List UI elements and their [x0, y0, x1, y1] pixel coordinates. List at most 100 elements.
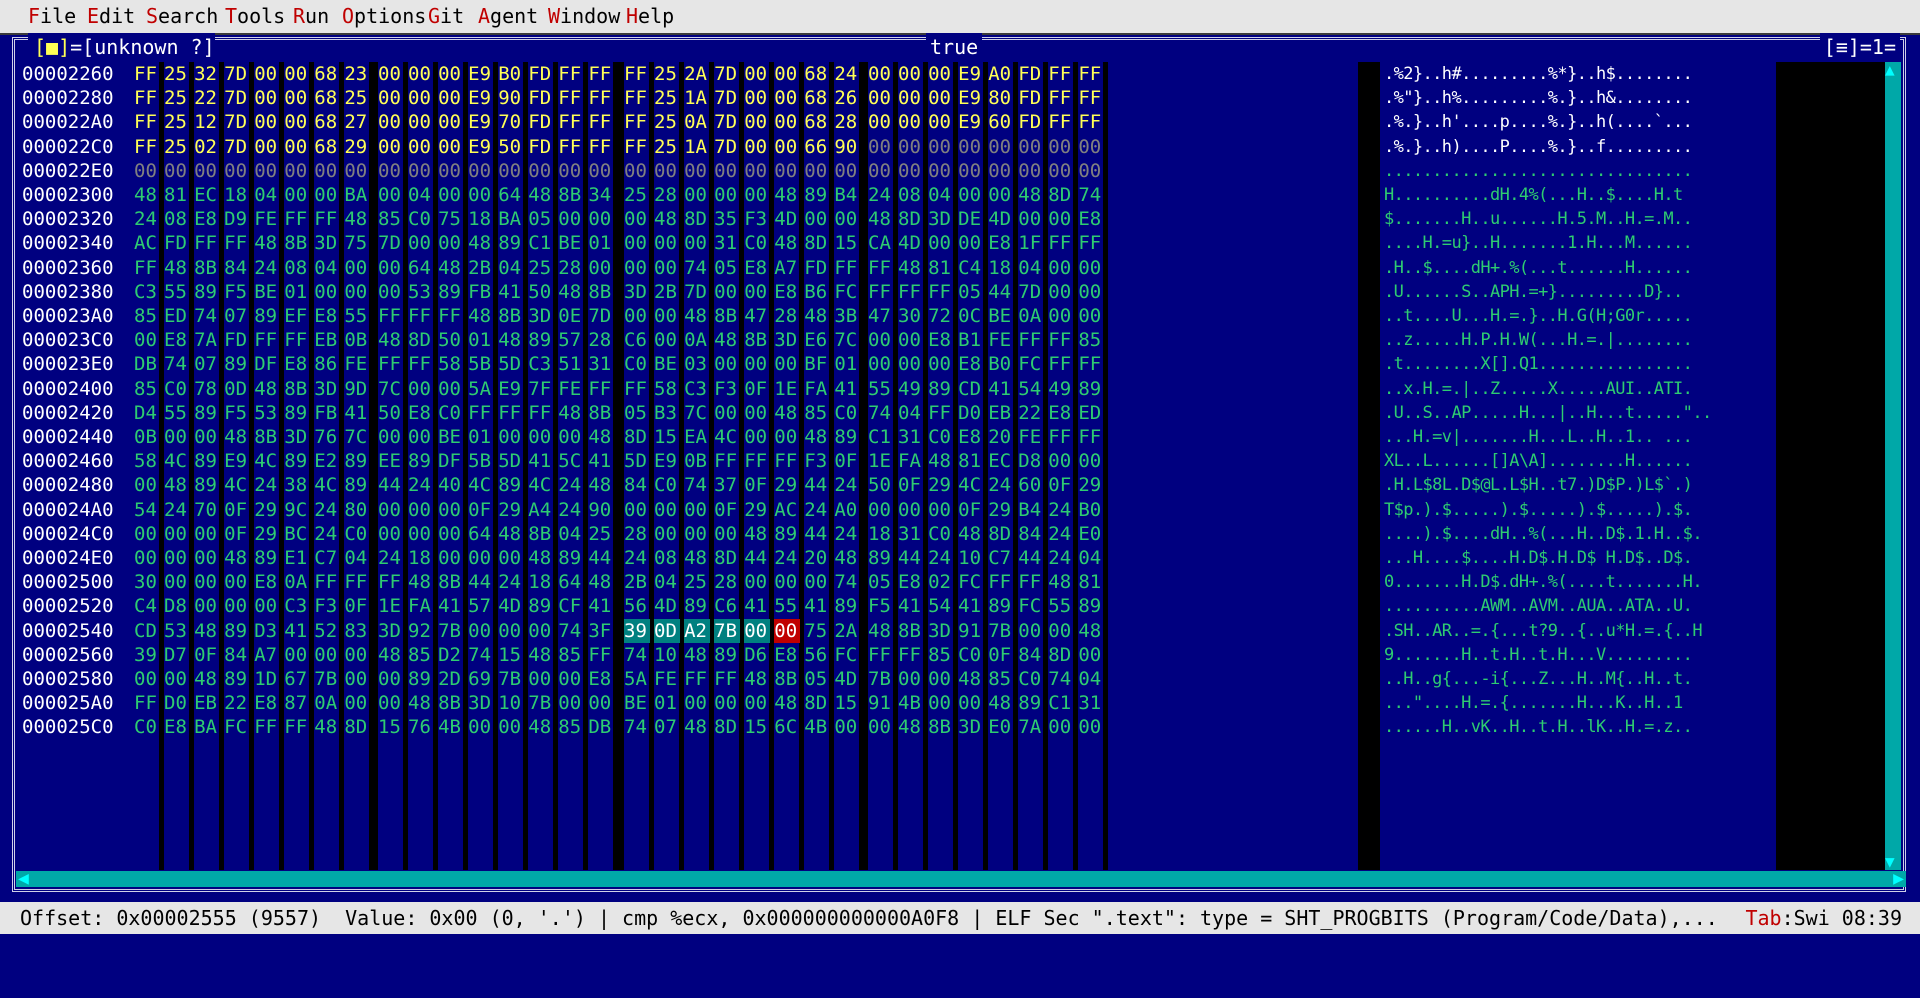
hex-byte[interactable]: 85 [804, 401, 830, 425]
hex-byte[interactable]: C6 [624, 328, 650, 352]
hex-byte[interactable]: 00 [284, 62, 310, 86]
hex-byte[interactable]: B6 [804, 280, 830, 304]
hex-byte[interactable]: 00 [254, 110, 280, 134]
hex-byte[interactable]: 89 [254, 304, 280, 328]
hex-byte[interactable]: 24 [378, 546, 404, 570]
hex-byte[interactable]: 22 [1018, 401, 1044, 425]
hex-byte[interactable]: 00 [254, 159, 280, 183]
hex-byte[interactable]: 0D [224, 377, 250, 401]
hex-byte[interactable]: 00 [194, 546, 220, 570]
hex-byte[interactable]: ED [164, 304, 190, 328]
hex-byte[interactable]: 00 [194, 522, 220, 546]
hex-byte[interactable]: C1 [868, 425, 894, 449]
hex-byte[interactable]: 41 [834, 377, 860, 401]
hex-byte[interactable]: C4 [134, 594, 160, 618]
hex-byte[interactable]: DB [588, 715, 614, 739]
hex-byte[interactable]: 53 [408, 280, 434, 304]
hex-byte[interactable]: 00 [774, 352, 800, 376]
hex-byte[interactable]: FF [588, 377, 614, 401]
hex-byte[interactable]: 00 [624, 207, 650, 231]
hex-byte[interactable]: 25 [528, 256, 554, 280]
hex-byte[interactable]: DB [134, 352, 160, 376]
hex-byte[interactable]: 48 [588, 425, 614, 449]
hex-byte[interactable]: 00 [1078, 449, 1104, 473]
hex-byte[interactable]: 7D [378, 231, 404, 255]
hex-byte[interactable]: 67 [284, 667, 310, 691]
hex-byte[interactable]: 7B [528, 691, 554, 715]
hex-byte[interactable]: 00 [468, 619, 494, 643]
hex-byte[interactable]: 84 [224, 256, 250, 280]
hex-byte[interactable]: 7D [224, 62, 250, 86]
hex-byte[interactable]: 85 [558, 715, 584, 739]
hex-byte[interactable]: 18 [468, 207, 494, 231]
hex-byte[interactable]: 32 [194, 62, 220, 86]
hex-byte[interactable]: 89 [684, 594, 710, 618]
hex-byte[interactable]: 8B [438, 691, 464, 715]
hex-byte[interactable]: 5B [468, 449, 494, 473]
hex-byte[interactable]: 55 [164, 280, 190, 304]
hex-byte[interactable]: C0 [134, 715, 160, 739]
hex-byte[interactable]: 00 [654, 498, 680, 522]
hex-byte[interactable]: 00 [624, 256, 650, 280]
hex-byte[interactable]: 05 [528, 207, 554, 231]
hex-byte[interactable]: 84 [1018, 522, 1044, 546]
hex-byte[interactable]: 5D [498, 352, 524, 376]
hex-byte[interactable]: 48 [194, 667, 220, 691]
hex-byte[interactable]: CD [134, 619, 160, 643]
ascii-text[interactable]: $.......H..u......H.5.M..H.=.M.. [1384, 207, 1693, 231]
hex-byte[interactable]: 00 [774, 86, 800, 110]
hex-byte[interactable]: FF [1078, 352, 1104, 376]
hex-byte[interactable]: 24 [498, 570, 524, 594]
hex-byte[interactable]: E0 [988, 715, 1014, 739]
hex-byte[interactable]: 00 [314, 643, 340, 667]
hex-byte[interactable]: C0 [744, 231, 770, 255]
hex-byte[interactable]: E9 [958, 86, 984, 110]
hex-byte[interactable]: 3D [774, 328, 800, 352]
hex-byte[interactable]: C7 [988, 546, 1014, 570]
hex-byte[interactable]: E2 [314, 449, 340, 473]
menu-item-tools[interactable]: Tools [225, 2, 285, 31]
menu-item-search[interactable]: Search [146, 2, 218, 31]
hex-byte[interactable]: 00 [684, 522, 710, 546]
hex-byte[interactable]: 00 [958, 183, 984, 207]
hex-byte[interactable]: 24 [928, 546, 954, 570]
hex-byte[interactable]: 01 [468, 328, 494, 352]
hex-byte[interactable]: E8 [254, 570, 280, 594]
hex-byte[interactable]: 8D [714, 546, 740, 570]
hex-byte[interactable]: FF [1048, 425, 1074, 449]
hex-byte[interactable]: 4D [774, 207, 800, 231]
hex-byte[interactable]: 00 [1048, 207, 1074, 231]
hex-byte[interactable]: E8 [164, 715, 190, 739]
hex-byte[interactable]: 7B [988, 619, 1014, 643]
hex-byte[interactable]: 00 [744, 570, 770, 594]
hex-byte[interactable]: 7D [1018, 280, 1044, 304]
hex-byte[interactable]: 29 [344, 135, 370, 159]
hex-byte[interactable]: 00 [378, 280, 404, 304]
hex-byte[interactable]: FC [224, 715, 250, 739]
hex-byte[interactable]: 68 [314, 62, 340, 86]
hex-byte[interactable]: 48 [558, 280, 584, 304]
hex-byte[interactable]: FE [254, 207, 280, 231]
hex-byte[interactable]: 00 [1078, 643, 1104, 667]
hex-byte[interactable]: 00 [714, 183, 740, 207]
hex-byte[interactable]: 00 [834, 715, 860, 739]
hex-byte[interactable]: 00 [134, 328, 160, 352]
hex-byte[interactable]: 3D [928, 619, 954, 643]
hex-byte[interactable]: 74 [164, 352, 190, 376]
hex-byte[interactable]: BC [284, 522, 310, 546]
hex-byte[interactable]: 48 [1078, 619, 1104, 643]
hex-byte[interactable]: 48 [744, 522, 770, 546]
hex-byte[interactable]: 01 [654, 691, 680, 715]
hex-byte[interactable]: 8D [408, 328, 434, 352]
hex-byte[interactable]: 89 [194, 449, 220, 473]
hex-byte[interactable]: 00 [468, 159, 494, 183]
hex-byte[interactable]: 00 [468, 183, 494, 207]
hex-byte[interactable]: 00 [1018, 619, 1044, 643]
hex-byte[interactable]: E0 [1078, 522, 1104, 546]
hex-byte[interactable]: 80 [988, 86, 1014, 110]
hex-byte[interactable]: 04 [408, 183, 434, 207]
hex-byte[interactable]: E8 [774, 643, 800, 667]
hex-byte[interactable]: 00 [714, 159, 740, 183]
hex-byte[interactable]: 4C [224, 473, 250, 497]
hex-byte[interactable]: 27 [344, 110, 370, 134]
